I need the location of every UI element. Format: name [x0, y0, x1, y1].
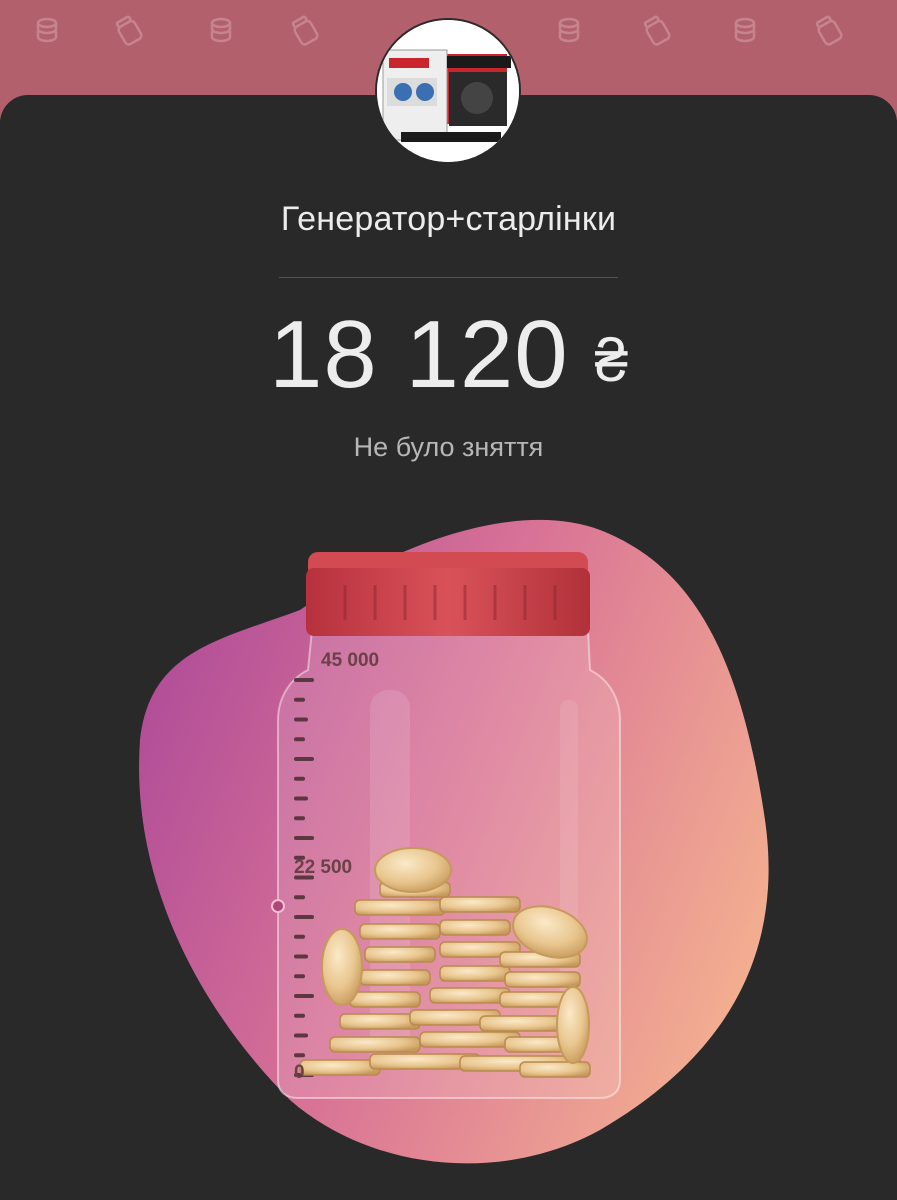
jar-lid: [306, 568, 590, 636]
coin: [504, 971, 581, 988]
coin: [374, 847, 452, 893]
coin: [354, 899, 446, 916]
coin: [339, 1013, 421, 1030]
coin: [429, 987, 511, 1004]
coin: [359, 969, 431, 986]
coin: [364, 946, 436, 963]
coin: [556, 986, 590, 1064]
jar-illustration: [139, 519, 769, 1164]
scale-label-max: 45 000: [321, 650, 380, 671]
coin: [359, 923, 441, 940]
coin: [439, 965, 511, 982]
coin: [519, 1061, 591, 1078]
coin: [439, 919, 511, 936]
coin: [321, 928, 363, 1006]
scale-label-mid: 22 500: [294, 857, 353, 878]
level-marker: [271, 899, 285, 914]
coin: [299, 1059, 381, 1076]
coin: [439, 896, 521, 913]
coin: [349, 991, 421, 1008]
coin: [329, 1036, 421, 1053]
scale-label-min: 0: [294, 1062, 305, 1083]
